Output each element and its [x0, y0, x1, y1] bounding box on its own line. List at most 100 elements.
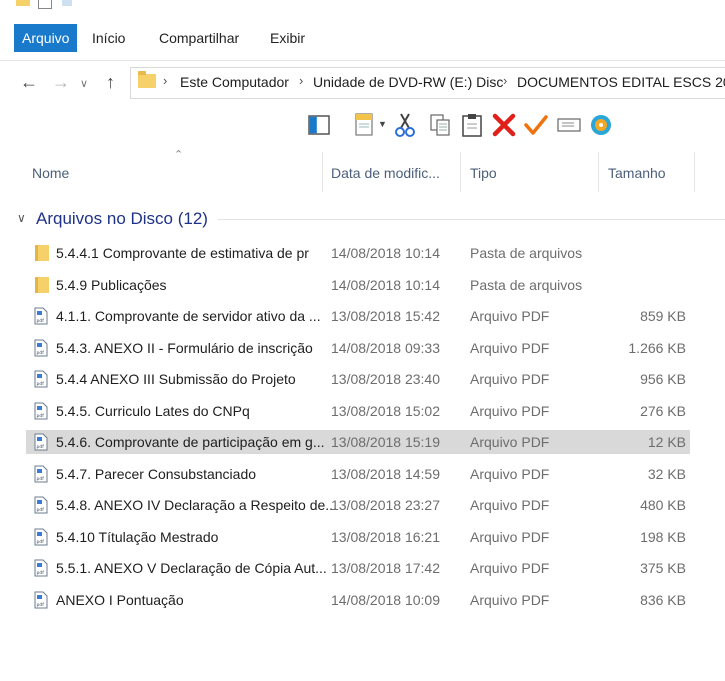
forward-arrow-icon[interactable]: → — [52, 71, 70, 93]
folder-icon — [16, 0, 30, 6]
file-date: 13/08/2018 23:40 — [331, 371, 440, 387]
column-divider[interactable] — [694, 152, 695, 192]
pdf-icon: pdf — [34, 370, 48, 388]
tab-arquivo[interactable]: Arquivo — [14, 24, 78, 52]
address-bar: ← → ∨ ↑ › Este Computador › Unidade de D… — [0, 61, 725, 103]
svg-text:pdf: pdf — [37, 476, 45, 482]
breadcrumb-documentos-edital[interactable]: DOCUMENTOS EDITAL ESCS 2018 — [517, 74, 725, 90]
file-date: 13/08/2018 15:02 — [331, 402, 440, 419]
pdf-icon: pdf — [34, 496, 48, 514]
file-size: 836 KB — [640, 591, 686, 608]
file-date: 13/08/2018 16:21 — [331, 528, 440, 545]
column-header-tipo[interactable]: Tipo — [470, 164, 497, 182]
file-type: Arquivo PDF — [470, 497, 550, 513]
file-date: 13/08/2018 23:27 — [331, 497, 440, 513]
checkmark-icon[interactable] — [523, 112, 549, 138]
table-row[interactable]: pdf 5.4.3. ANEXO II - Formulário de inscr… — [26, 336, 690, 360]
file-size: 1.266 KB — [628, 339, 686, 356]
delete-icon[interactable] — [491, 112, 517, 138]
folder-icon — [35, 276, 49, 293]
file-size: 32 KB — [647, 465, 686, 482]
file-size: 276 KB — [640, 402, 686, 419]
table-row[interactable]: 5.4.9 Publicações 14/08/2018 10:14 Pasta d… — [26, 273, 690, 297]
group-divider — [218, 219, 725, 220]
breadcrumb-chevron-icon[interactable]: › — [299, 73, 303, 88]
file-type: Pasta de arquivos — [470, 276, 583, 293]
pdf-icon: pdf — [34, 339, 48, 356]
file-type: Arquivo PDF — [470, 528, 550, 545]
file-date: 14/08/2018 10:14 — [331, 276, 440, 293]
file-type: Arquivo PDF — [470, 591, 550, 608]
svg-text:pdf: pdf — [37, 381, 45, 387]
column-header-nome[interactable]: Nome — [32, 164, 69, 182]
breadcrumb-chevron-icon[interactable]: › — [163, 73, 167, 88]
properties-icon[interactable] — [38, 0, 52, 9]
table-row[interactable]: pdf 5.4.8. ANEXO IV Declaração a Respeito… — [26, 493, 690, 517]
table-row[interactable]: pdf ANEXO I Pontuação 14/08/2018 10:09 Arqu… — [26, 588, 690, 612]
file-date: 13/08/2018 14:59 — [331, 465, 440, 482]
new-item-dropdown-icon[interactable]: ▼ — [378, 119, 387, 129]
column-divider[interactable] — [322, 152, 323, 192]
recent-locations-chevron-icon[interactable]: ∨ — [80, 73, 88, 95]
svg-text:pdf: pdf — [37, 539, 45, 545]
paste-icon[interactable] — [459, 112, 485, 138]
table-row[interactable]: pdf 5.5.1. ANEXO V Declaração de Cópia Au… — [26, 556, 690, 580]
breadcrumb-este-computador[interactable]: Este Computador — [180, 74, 289, 90]
rename-icon[interactable] — [556, 112, 582, 138]
tab-exibir[interactable]: Exibir — [262, 24, 313, 52]
back-arrow-icon[interactable]: ← — [20, 71, 38, 93]
file-type: Arquivo PDF — [470, 434, 550, 450]
table-row[interactable]: pdf 5.4.7. Parecer Consubstanciado 13/08/2… — [26, 462, 690, 486]
file-type: Arquivo PDF — [470, 371, 550, 387]
group-collapse-chevron-icon[interactable]: ∨ — [17, 211, 26, 225]
file-date: 13/08/2018 15:19 — [331, 434, 440, 450]
tab-inicio[interactable]: Início — [84, 24, 133, 52]
tab-compartilhar[interactable]: Compartilhar — [151, 24, 247, 52]
title-bar — [0, 0, 725, 18]
cut-icon[interactable] — [392, 112, 418, 138]
table-row[interactable]: pdf 5.4.4 ANEXO III Submissão do Projeto 1… — [26, 367, 690, 391]
column-header-tamanho[interactable]: Tamanho — [608, 164, 666, 182]
column-header-data[interactable]: Data de modific... — [331, 164, 440, 182]
new-item-icon[interactable] — [352, 112, 378, 138]
file-type: Arquivo PDF — [470, 339, 550, 356]
new-folder-icon[interactable] — [62, 0, 72, 6]
quick-toolbar: ▼ — [0, 104, 725, 146]
folder-icon — [35, 245, 49, 261]
svg-text:pdf: pdf — [37, 413, 45, 419]
breadcrumb-dvd-drive[interactable]: Unidade de DVD-RW (E:) Disc — [313, 74, 503, 90]
ribbon-tabs: Arquivo Início Compartilhar Exibir — [0, 18, 725, 61]
folder-icon — [138, 71, 156, 88]
column-divider[interactable] — [598, 152, 599, 192]
file-size: 375 KB — [640, 560, 686, 576]
file-date: 14/08/2018 09:33 — [331, 339, 440, 356]
file-name: 5.4.3. ANEXO II - Formulário de inscriçã… — [56, 339, 313, 356]
table-row[interactable]: pdf 5.4.10 Títulação Mestrado 13/08/2018 1… — [26, 525, 690, 549]
table-row[interactable]: pdf 4.1.1. Comprovante de servidor ativo … — [26, 304, 690, 328]
file-date: 14/08/2018 10:14 — [331, 245, 440, 261]
file-date: 14/08/2018 10:09 — [331, 591, 440, 608]
table-row[interactable]: pdf 5.4.6. Comprovante de participação em… — [26, 430, 690, 454]
column-divider[interactable] — [460, 152, 461, 192]
burn-disc-icon[interactable] — [588, 112, 614, 138]
file-size: 859 KB — [640, 308, 686, 324]
pdf-icon: pdf — [34, 465, 48, 482]
table-row[interactable]: pdf 5.4.5. Curriculo Lates do CNPq 13/08/2… — [26, 399, 690, 423]
svg-text:pdf: pdf — [37, 602, 45, 608]
pdf-icon: pdf — [34, 402, 48, 419]
table-row[interactable]: 5.4.4.1 Comprovante de estimativa de pr 1… — [26, 241, 690, 265]
file-type: Arquivo PDF — [470, 308, 550, 324]
copy-icon[interactable] — [427, 112, 453, 138]
file-size: 12 KB — [647, 434, 686, 450]
breadcrumb-chevron-icon[interactable]: › — [503, 73, 507, 88]
svg-text:pdf: pdf — [37, 444, 45, 450]
view-pane-icon[interactable] — [306, 112, 332, 138]
group-header[interactable]: Arquivos no Disco (12) — [36, 208, 208, 230]
file-size: 956 KB — [640, 371, 686, 387]
file-type: Pasta de arquivos — [470, 245, 583, 261]
up-arrow-icon[interactable]: ↑ — [106, 71, 115, 93]
file-name: 5.4.4.1 Comprovante de estimativa de pr — [56, 245, 309, 261]
pdf-icon: pdf — [34, 433, 48, 451]
file-name: 4.1.1. Comprovante de servidor ativo da … — [56, 308, 321, 324]
file-type: Arquivo PDF — [470, 402, 550, 419]
